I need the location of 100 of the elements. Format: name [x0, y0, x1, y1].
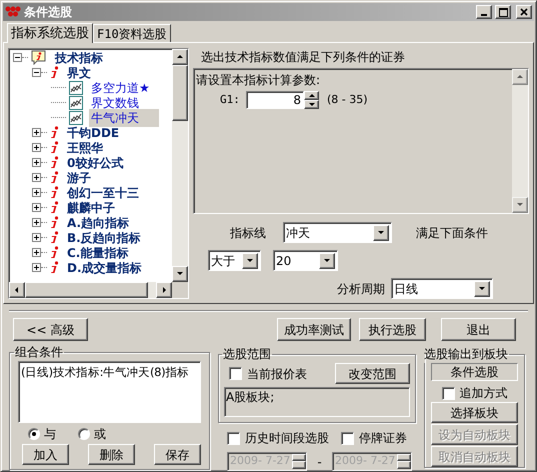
info-i-icon — [50, 171, 59, 184]
info-i-icon — [50, 231, 59, 244]
vertical-scrollbar[interactable] — [172, 49, 188, 282]
checkbox-label: 当前报价表 — [247, 366, 307, 382]
collapse-toggle[interactable] — [32, 68, 41, 77]
spin-buttons[interactable] — [304, 91, 319, 109]
period-select[interactable]: 日线 — [391, 278, 493, 299]
checkbox[interactable] — [341, 432, 354, 444]
group-title: 组合条件 — [14, 344, 64, 361]
dropdown-button[interactable] — [319, 252, 335, 268]
scroll-up-button[interactable] — [512, 69, 528, 85]
info-i-icon — [50, 261, 59, 274]
dropdown-arrow-icon — [377, 228, 385, 236]
scroll-thumb[interactable] — [172, 65, 188, 121]
scroll-down-button[interactable] — [512, 197, 528, 213]
condition-button[interactable]: 保存 — [154, 444, 201, 465]
plus-icon — [34, 190, 39, 195]
tree-item[interactable]: 创幻一至十三 — [65, 184, 141, 202]
arrow-up-icon — [516, 73, 524, 81]
plus-icon — [34, 205, 39, 210]
tree-item[interactable]: C.能量指标 — [65, 244, 130, 262]
expand-toggle[interactable] — [32, 233, 41, 242]
scroll-up-button[interactable] — [172, 49, 188, 65]
tree-item[interactable]: A.趋向指标 — [65, 214, 132, 232]
scroll-thumb[interactable] — [25, 282, 148, 298]
maximize-icon — [498, 8, 508, 16]
radio-button[interactable] — [28, 428, 40, 440]
tree-item[interactable]: 技术指标 — [53, 49, 105, 66]
dropdown-button[interactable] — [373, 224, 389, 240]
scroll-left-button[interactable] — [9, 282, 25, 298]
advanced-button[interactable]: << 高级 — [13, 318, 88, 341]
spin-down-button[interactable] — [304, 100, 319, 109]
scroll-down-button[interactable] — [172, 266, 188, 282]
tab[interactable]: F10资料选股 — [93, 24, 171, 42]
line-chart-icon — [69, 80, 83, 94]
tree-item[interactable]: 王熙华 — [65, 138, 105, 156]
minimize-button[interactable] — [476, 5, 492, 19]
parameter-panel-title: 请设置本指标计算参数: — [196, 72, 322, 89]
expand-toggle[interactable] — [32, 173, 41, 182]
close-button[interactable] — [516, 5, 532, 19]
tree-item[interactable]: 界文数钱 — [89, 94, 141, 112]
block-list: A股板块; — [224, 387, 410, 417]
plus-icon — [34, 175, 39, 180]
conditions-list[interactable]: (日线)技术指标:牛气冲天(8)指标 — [18, 361, 201, 423]
dropdown-arrow-icon — [478, 284, 486, 292]
threshold-select[interactable]: 20 — [273, 250, 338, 271]
expand-toggle[interactable] — [32, 188, 41, 197]
parameter-input[interactable]: 8 — [246, 91, 304, 109]
action-button[interactable]: 执行选股 — [359, 318, 426, 341]
expand-toggle[interactable] — [32, 218, 41, 227]
plus-icon — [34, 160, 39, 165]
dropdown-button[interactable] — [242, 252, 258, 268]
date-separator: - — [316, 454, 323, 470]
condition-button[interactable]: 加入 — [22, 444, 69, 465]
radio-button[interactable] — [78, 428, 90, 440]
parameter-label: G1: — [220, 92, 241, 108]
collapse-toggle[interactable] — [13, 53, 22, 62]
scroll-right-button[interactable] — [156, 282, 172, 298]
minus-icon — [15, 55, 20, 60]
operator-select[interactable]: 大于 — [208, 250, 261, 271]
tree-item[interactable]: 界文 — [65, 64, 93, 82]
checkbox-label: 追加方式 — [460, 385, 508, 402]
condition-button[interactable]: 删除 — [88, 444, 135, 465]
arrow-down-icon — [516, 201, 524, 209]
group-title: 选股范围 — [222, 346, 272, 363]
dropdown-button[interactable] — [474, 280, 490, 296]
maximize-button[interactable] — [495, 5, 511, 19]
tree-item[interactable]: D.成交量指标 — [65, 258, 144, 276]
tree-item[interactable]: B.反趋向指标 — [65, 228, 143, 246]
action-button[interactable]: 退出 — [441, 318, 516, 341]
tree-item[interactable]: 多空力道★ — [89, 78, 152, 96]
expand-toggle[interactable] — [32, 263, 41, 272]
scrollbar-corner — [172, 282, 188, 298]
expand-toggle[interactable] — [32, 203, 41, 212]
tree-item[interactable]: 麒麟中子 — [65, 198, 117, 216]
change-scope-button[interactable]: 改变范围 — [335, 363, 410, 384]
tab[interactable]: 指标系统选股 — [7, 23, 93, 43]
spin-up-button[interactable] — [304, 91, 319, 100]
tree-item[interactable]: 千钧DDE — [65, 124, 122, 142]
expand-toggle[interactable] — [32, 158, 41, 167]
checkbox[interactable] — [227, 432, 240, 444]
indicator-line-select[interactable]: 冲天 — [283, 222, 392, 243]
condition-item[interactable]: (日线)技术指标:牛气冲天(8)指标 — [21, 364, 198, 382]
checkbox[interactable] — [229, 367, 242, 380]
plus-icon — [34, 145, 39, 150]
tree-item[interactable]: 游子 — [65, 168, 93, 186]
block-button[interactable]: 选择板块 — [431, 402, 518, 423]
radio-label: 或 — [94, 426, 106, 443]
checkbox-label: 历史时间段选股 — [245, 430, 329, 447]
tree-item[interactable]: 0较好公式 — [65, 154, 126, 172]
note-icon — [31, 50, 47, 65]
tree-item[interactable]: 牛气冲天 — [89, 108, 159, 126]
horizontal-scrollbar[interactable] — [9, 282, 172, 298]
expand-toggle[interactable] — [32, 248, 41, 257]
expand-toggle[interactable] — [32, 128, 41, 137]
expand-toggle[interactable] — [32, 143, 41, 152]
window-title: 条件选股 — [24, 4, 73, 21]
checkbox[interactable] — [442, 386, 454, 400]
group-title: 选股输出到板块 — [423, 346, 509, 363]
action-button[interactable]: 成功率测试 — [277, 318, 351, 341]
